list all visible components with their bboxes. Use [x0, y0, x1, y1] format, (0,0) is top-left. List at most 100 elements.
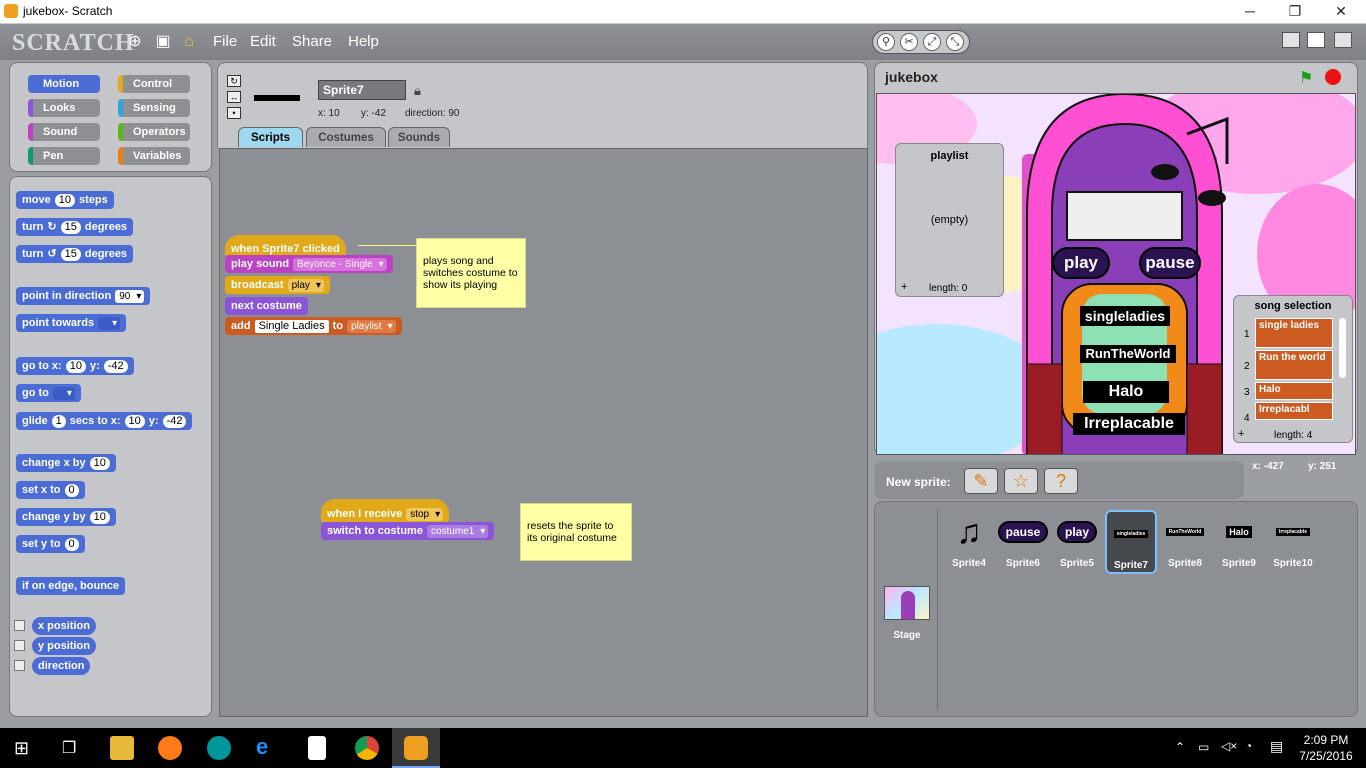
duplicate-icon[interactable]: ⚲	[877, 33, 895, 51]
paint-sprite-icon[interactable]: ✎	[964, 468, 998, 494]
delete-icon[interactable]: ✂	[900, 33, 918, 51]
stage-thumb[interactable]: Stage	[883, 586, 931, 641]
rotate-style-icon[interactable]: ↻	[227, 75, 241, 87]
close-button[interactable]: ✕	[1331, 2, 1351, 20]
minimize-button[interactable]: ─	[1240, 2, 1260, 20]
play-sprite[interactable]: play	[1052, 247, 1110, 279]
small-stage-icon[interactable]	[1282, 32, 1300, 48]
broadcast-block[interactable]: broadcast play	[225, 276, 330, 294]
category-sensing[interactable]: Sensing	[118, 99, 190, 117]
task-view-icon[interactable]: ❐	[62, 738, 76, 758]
chrome-icon[interactable]	[355, 736, 379, 760]
song-irreplacable[interactable]: Irreplacable	[1073, 413, 1185, 435]
comment-note[interactable]: resets the sprite to its original costum…	[520, 503, 632, 561]
arduino-icon[interactable]	[207, 736, 231, 760]
category-variables[interactable]: Variables	[118, 147, 190, 165]
add-to-list-block[interactable]: add Single Ladies to playlist	[225, 317, 402, 335]
song-singleladies[interactable]: singleladies	[1080, 306, 1170, 326]
comment-note[interactable]: plays song and switches costume to show …	[416, 238, 526, 308]
bounce-block[interactable]: if on edge, bounce	[16, 577, 126, 595]
scripts-area[interactable]: when Sprite7 clicked play sound Beyonce -…	[219, 148, 868, 717]
maximize-button[interactable]: ❐	[1285, 2, 1305, 20]
sprite-thumb-sprite6[interactable]: pause Sprite6	[997, 510, 1049, 569]
category-looks[interactable]: Looks	[28, 99, 100, 117]
list-scrollbar[interactable]	[1339, 318, 1346, 378]
tab-scripts[interactable]: Scripts	[238, 127, 303, 147]
list-add-button[interactable]: +	[1238, 428, 1244, 440]
list-item[interactable]: Irreplacabl	[1255, 402, 1333, 420]
sprite-thumb-sprite9[interactable]: Halo Sprite9	[1215, 510, 1263, 569]
menu-share[interactable]: Share	[292, 33, 332, 50]
move-block[interactable]: move 10 steps	[16, 191, 114, 209]
edge-icon[interactable]: e	[256, 734, 268, 760]
category-motion[interactable]: Motion	[28, 75, 100, 93]
battery-icon[interactable]: ▭	[1198, 740, 1209, 754]
sprite-thumb-sprite4[interactable]: ♫ Sprite4	[945, 510, 993, 570]
pause-sprite[interactable]: pause	[1139, 247, 1201, 279]
direction-reporter[interactable]: direction	[32, 657, 91, 675]
category-operators[interactable]: Operators	[118, 123, 190, 141]
xpos-checkbox[interactable]	[14, 620, 25, 631]
point-direction-block[interactable]: point in direction 90	[16, 287, 151, 305]
clock-date[interactable]: 7/25/2016	[1298, 749, 1354, 763]
when-sprite-clicked-hat[interactable]: when Sprite7 clicked	[225, 235, 346, 257]
sprite-thumb-sprite5[interactable]: play Sprite5	[1053, 510, 1101, 569]
clock-time[interactable]: 2:09 PM	[1302, 733, 1350, 747]
play-sound-block[interactable]: play sound Beyonce - Single	[225, 255, 393, 273]
category-control[interactable]: Control	[118, 75, 190, 93]
playlist-monitor[interactable]: playlist (empty) + length: 0	[895, 143, 1004, 297]
file-explorer-icon[interactable]	[110, 736, 134, 760]
lock-icon[interactable]: 🔒︎	[414, 83, 421, 99]
grow-icon[interactable]: ⤢	[923, 33, 941, 51]
switch-costume-block[interactable]: switch to costume costume1	[321, 522, 495, 540]
wifi-icon[interactable]: ◔	[1245, 739, 1252, 753]
firefox-icon[interactable]	[158, 736, 182, 760]
ypos-checkbox[interactable]	[14, 640, 25, 651]
notification-icon[interactable]: ▤	[1270, 738, 1283, 755]
random-sprite-icon[interactable]: ?	[1044, 468, 1078, 494]
share-icon[interactable]: ⌂	[180, 33, 198, 51]
when-i-receive-hat[interactable]: when I receive stop	[321, 499, 450, 523]
sprite-name-field[interactable]: Sprite7	[318, 80, 406, 100]
song-runtheworld[interactable]: RunTheWorld	[1080, 345, 1176, 363]
set-x-block[interactable]: set x to 0	[16, 481, 85, 499]
windows-start-icon[interactable]: ⊞	[14, 738, 29, 759]
menu-file[interactable]: File	[213, 33, 237, 50]
point-towards-block[interactable]: point towards	[16, 314, 127, 332]
tab-costumes[interactable]: Costumes	[306, 127, 386, 147]
shrink-icon[interactable]: ⤡	[946, 33, 964, 51]
song-selection-monitor[interactable]: song selection 1 single ladies 2 Run the…	[1233, 295, 1353, 443]
song-halo[interactable]: Halo	[1083, 381, 1169, 403]
menu-help[interactable]: Help	[348, 33, 379, 50]
presentation-mode-icon[interactable]	[1334, 32, 1352, 48]
category-pen[interactable]: Pen	[28, 147, 100, 165]
change-x-block[interactable]: change x by 10	[16, 454, 116, 472]
turn-cw-block[interactable]: turn ↻ 15 degrees	[16, 218, 134, 236]
direction-checkbox[interactable]	[14, 660, 25, 671]
menu-edit[interactable]: Edit	[250, 33, 276, 50]
green-flag-icon[interactable]: ⚑	[1299, 68, 1313, 88]
goto-xy-block[interactable]: go to x: 10 y: -42	[16, 357, 134, 375]
document-icon[interactable]	[308, 736, 326, 760]
stage[interactable]: playlist (empty) + length: 0 play pause …	[876, 93, 1356, 455]
globe-icon[interactable]: ⊕	[126, 33, 144, 51]
list-item[interactable]: Halo	[1255, 382, 1333, 400]
list-item[interactable]: Run the world	[1255, 350, 1333, 380]
turn-ccw-block[interactable]: turn ↺ 15 degrees	[16, 245, 134, 263]
xpos-reporter[interactable]: x position	[32, 617, 96, 635]
choose-sprite-icon[interactable]: ☆	[1004, 468, 1038, 494]
sprite-thumb-sprite7[interactable]: singleladies Sprite7	[1105, 510, 1157, 574]
list-item[interactable]: single ladies	[1255, 318, 1333, 348]
change-y-block[interactable]: change y by 10	[16, 508, 116, 526]
chevron-up-icon[interactable]: ⌃	[1175, 740, 1185, 754]
no-rotate-icon[interactable]: •	[227, 107, 241, 119]
sprite-thumb-sprite10[interactable]: Irreplacable Sprite10	[1269, 510, 1317, 569]
flip-style-icon[interactable]: ↔	[227, 91, 241, 103]
category-sound[interactable]: Sound	[28, 123, 100, 141]
next-costume-block[interactable]: next costume	[225, 297, 308, 315]
ypos-reporter[interactable]: y position	[32, 637, 96, 655]
sprite-thumb-sprite8[interactable]: RunTheWorld Sprite8	[1161, 510, 1209, 569]
normal-stage-icon[interactable]	[1307, 32, 1325, 48]
volume-icon[interactable]: ◁×	[1221, 739, 1237, 753]
stop-icon[interactable]	[1325, 69, 1341, 85]
